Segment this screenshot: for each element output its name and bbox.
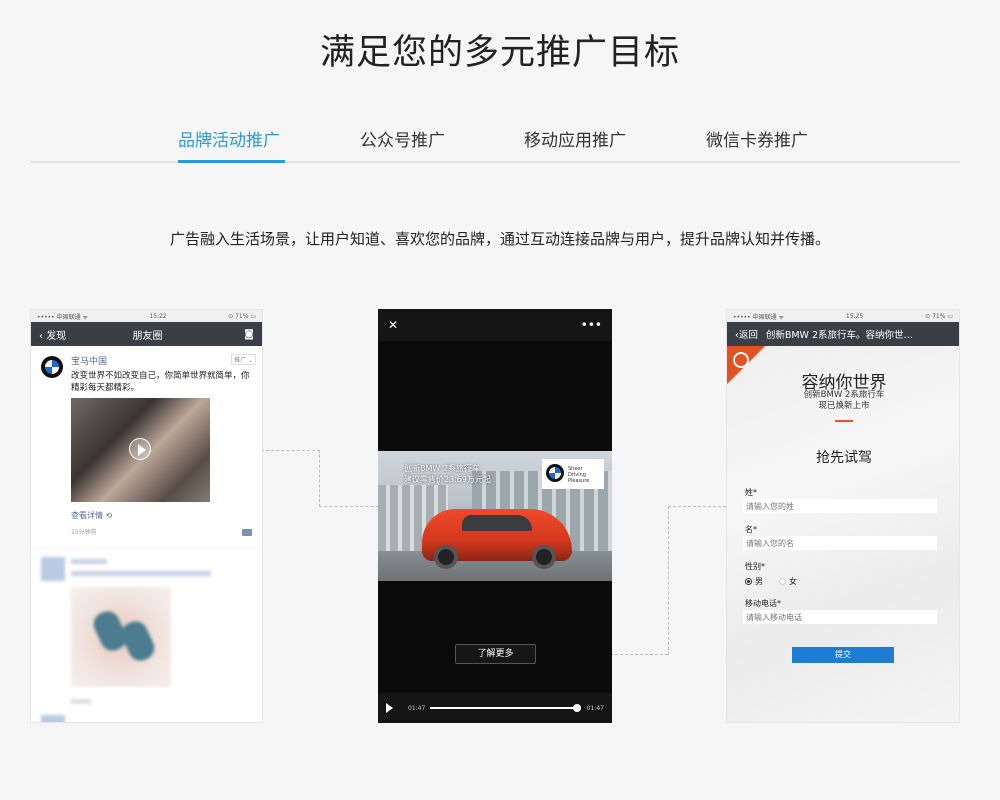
video-ad-phone-mockup: ✕ ••• 创新BMW 2系旅行车 建议零售价23.69万元起 Sheer Dr… [378,309,612,723]
promo-tag[interactable]: 推广 ⌄ [231,354,256,365]
sponsored-post: 推广 ⌄ 宝马中国 改变世界不如改变自己，你简单世界就简单，你精彩每天都精彩。 … [31,346,262,546]
connector-line [319,506,379,507]
post-time: 15分钟前 [71,529,97,536]
radio-unselected-icon [779,578,786,585]
car-graphic [422,509,572,569]
post-video-thumbnail[interactable] [71,398,210,502]
video-top-bar: ✕ ••• [378,309,612,341]
car-wheel [434,545,458,569]
name-field[interactable] [743,536,937,550]
account-name[interactable]: 宝马中国 [71,354,254,367]
lead-form-phone-mockup: ••••• 中国联通 ᯤ 15:25 ⊙ 71% ▭ ‹返回 创新BMW 2系旅… [726,309,960,723]
total-time: 01:47 [586,705,604,712]
tab-official-account[interactable]: 公众号推广 [360,126,445,151]
battery-text: ⊙ 71% ▭ [228,312,256,320]
moments-nav-bar: ‹ 发现 朋友圈 ◙ [31,322,262,346]
back-label: 返回 [738,330,758,341]
radio-selected-icon [745,578,752,585]
play-icon[interactable] [129,438,151,460]
blur-line [71,699,91,704]
form-section-title: 抢先试驾 [816,450,872,466]
gender-label: 性别* [745,562,765,571]
form-nav-bar: ‹返回 创新BMW 2系旅行车。容纳你世… [727,322,959,346]
blur-line [71,571,211,576]
gender-male-radio[interactable]: 男 [745,576,763,587]
active-tab-indicator [178,160,285,163]
form-subhead: 创新BMW 2系旅行车 现已焕新上市 [803,390,885,411]
tab-brand-campaign[interactable]: 品牌活动推广 [178,126,280,151]
back-button[interactable]: ‹返回 [735,327,758,341]
close-icon[interactable]: ✕ [388,318,398,332]
gender-female-label: 女 [789,577,797,586]
avatar [41,557,65,581]
connector-line [319,450,320,507]
video-frame[interactable]: 创新BMW 2系旅行车 建议零售价23.69万元起 Sheer Driving … [378,451,612,581]
blurred-photo [71,587,171,687]
tab-mobile-app[interactable]: 移动应用推广 [524,126,626,151]
page-title: 满足您的多元推广目标 [319,33,680,73]
tab-bar: 品牌活动推广 公众号推广 移动应用推广 微信卡券推广 [30,118,960,163]
back-label: 发现 [46,330,67,342]
blur-line [71,559,107,564]
brand-slogan: Sheer Driving Pleasure [568,466,590,484]
bmw-logo-icon [546,464,564,482]
surname-label: 姓* [745,488,757,497]
divider [835,420,853,422]
tab-wechat-coupon[interactable]: 微信卡券推广 [706,126,808,151]
connector-line [668,506,669,655]
carrier-text: ••••• 中国联通 ᯤ [37,313,88,321]
progress-knob[interactable] [573,704,581,712]
car-wheel [532,545,556,569]
battery-text: ⊙ 71% ▭ [925,312,953,320]
video-ad-text: 创新BMW 2系旅行车 建议零售价23.69万元起 [404,464,491,484]
phone-label: 移动电话* [745,599,781,608]
status-bar: ••••• 中国联通 ᯤ 15:22 ⊙ 71% ▭ [31,310,262,322]
gender-female-radio[interactable]: 女 [779,576,797,587]
connector-line [668,506,726,507]
blur-shape [117,617,159,665]
description: 广告融入生活场景，让用户知道、喜欢您的品牌，通过互动连接品牌与用户，提升品牌认知… [169,230,830,248]
clock-text: 15:22 [149,312,167,320]
blurred-next-post [31,548,262,722]
name-label: 名* [745,525,757,534]
car-window [462,515,532,531]
brand-badge: Sheer Driving Pleasure [542,459,604,489]
clock-text: 15:25 [845,312,864,320]
progress-bar[interactable] [430,707,578,709]
submit-button[interactable]: 提交 [792,647,894,663]
avatar [41,715,65,722]
phone-field[interactable] [743,610,937,624]
surname-field[interactable] [743,499,937,513]
back-button[interactable]: ‹ 发现 [39,327,66,342]
view-details-link[interactable]: 查看详情 ⟲ [71,510,254,521]
status-bar: ••••• 中国联通 ᯤ 15:25 ⊙ 71% ▭ [727,310,959,322]
more-icon[interactable]: ••• [581,318,602,332]
carrier-text: ••••• 中国联通 ᯤ [733,313,784,321]
moments-phone-mockup: ••••• 中国联通 ᯤ 15:22 ⊙ 71% ▭ ‹ 发现 朋友圈 ◙ 推广… [30,309,263,723]
learn-more-button[interactable]: 了解更多 [455,644,536,664]
gender-male-label: 男 [755,577,763,586]
post-text: 改变世界不如改变自己，你简单世界就简单，你精彩每天都精彩。 [71,371,250,393]
play-icon[interactable] [386,703,393,713]
comment-icon[interactable] [242,529,252,536]
current-time: 01:47 [408,705,426,712]
camera-icon[interactable]: ◙ [244,329,254,340]
video-controls: 01:47 01:47 [378,693,612,723]
steering-wheel-icon [733,352,749,368]
bmw-logo-icon [41,356,63,378]
nav-title: 创新BMW 2系旅行车。容纳你世… [765,330,913,341]
